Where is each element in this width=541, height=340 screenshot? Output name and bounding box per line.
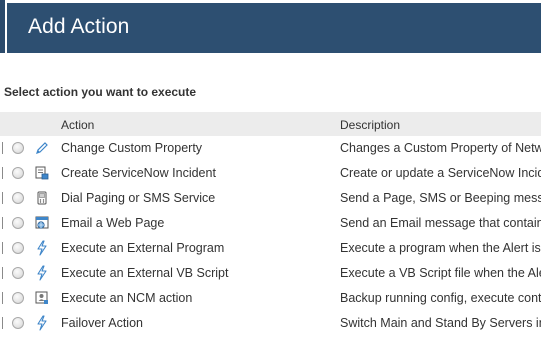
action-description: Send an Email message that contain	[340, 216, 541, 230]
servicenow-ticket-icon	[35, 166, 49, 180]
left-edge-strip	[0, 0, 5, 53]
row-edge-marker	[0, 167, 3, 179]
lightning-icon	[37, 240, 47, 256]
action-radio-button[interactable]	[12, 267, 24, 279]
action-radio-button[interactable]	[12, 317, 24, 329]
row-edge-marker	[0, 317, 3, 329]
ncm-device-icon	[35, 291, 48, 304]
action-name: Email a Web Page	[61, 216, 165, 230]
pencil-icon	[36, 142, 48, 154]
row-edge-marker	[0, 217, 3, 229]
action-radio-button[interactable]	[12, 167, 24, 179]
action-description: Switch Main and Stand By Servers in	[340, 316, 541, 330]
table-row[interactable]: Execute an NCM action Backup running con…	[0, 286, 541, 311]
action-description: Send a Page, SMS or Beeping messa	[340, 191, 541, 205]
action-radio-button[interactable]	[12, 242, 24, 254]
dialog-header: Add Action	[7, 3, 541, 53]
action-description: Changes a Custom Property of Netw	[340, 141, 541, 155]
action-name: Execute an External VB Script	[61, 266, 229, 280]
row-edge-marker	[0, 267, 3, 279]
row-edge-marker	[0, 242, 3, 254]
table-row[interactable]: Create ServiceNow Incident Create or upd…	[0, 161, 541, 186]
action-name: Create ServiceNow Incident	[61, 166, 216, 180]
action-description: Create or update a ServiceNow Incid	[340, 166, 541, 180]
action-radio-button[interactable]	[12, 217, 24, 229]
action-radio-button[interactable]	[12, 142, 24, 154]
action-name: Dial Paging or SMS Service	[61, 191, 216, 205]
action-description: Execute a VB Script file when the Ale	[340, 266, 541, 280]
select-action-prompt: Select action you want to execute	[4, 85, 197, 99]
table-row[interactable]: Execute an External Program Execute a pr…	[0, 236, 541, 261]
table-row[interactable]: Change Custom Property Changes a Custom …	[0, 136, 541, 161]
action-name: Failover Action	[61, 316, 143, 330]
lightning-icon	[37, 315, 47, 331]
email-web-page-icon	[35, 216, 49, 229]
actions-table: Action Description Change Custom Propert…	[0, 112, 541, 336]
page-title: Add Action	[28, 15, 130, 38]
action-name: Change Custom Property	[61, 141, 203, 155]
table-row[interactable]: Execute an External VB Script Execute a …	[0, 261, 541, 286]
row-edge-marker	[0, 142, 3, 154]
column-header-description[interactable]: Description	[340, 118, 400, 132]
column-header-action[interactable]: Action	[61, 118, 94, 132]
action-description: Execute a program when the Alert is	[340, 241, 541, 255]
lightning-icon	[37, 265, 47, 281]
action-name: Execute an NCM action	[61, 291, 193, 305]
action-name: Execute an External Program	[61, 241, 225, 255]
table-row[interactable]: Failover Action Switch Main and Stand By…	[0, 311, 541, 336]
table-header: Action Description	[0, 112, 541, 136]
row-edge-marker	[0, 292, 3, 304]
action-description: Backup running config, execute cont	[340, 291, 541, 305]
table-row[interactable]: Email a Web Page Send an Email message t…	[0, 211, 541, 236]
action-radio-button[interactable]	[12, 192, 24, 204]
table-row[interactable]: Dial Paging or SMS Service Send a Page, …	[0, 186, 541, 211]
action-radio-button[interactable]	[12, 292, 24, 304]
pager-icon	[37, 191, 47, 205]
row-edge-marker	[0, 192, 3, 204]
